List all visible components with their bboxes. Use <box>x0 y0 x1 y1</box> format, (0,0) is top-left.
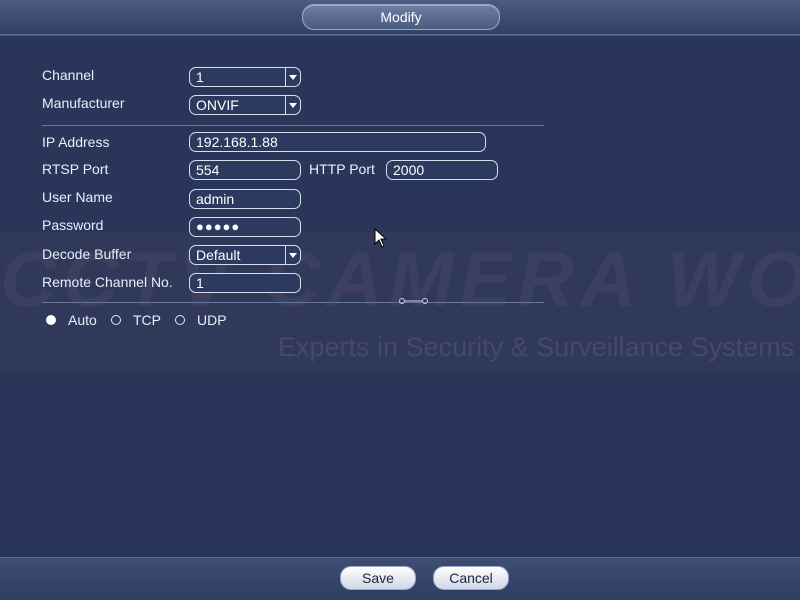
ip-address-input[interactable]: 192.168.1.88 <box>189 132 486 152</box>
bottom-bar: Save Cancel <box>0 557 800 600</box>
mouse-pointer-icon <box>374 228 388 248</box>
manufacturer-select[interactable]: ONVIF <box>189 95 301 115</box>
section-divider <box>42 125 544 126</box>
remote-channel-input[interactable]: 1 <box>189 273 301 293</box>
rtsp-port-input[interactable]: 554 <box>189 160 301 180</box>
save-button[interactable]: Save <box>340 566 416 590</box>
ip-address-label: IP Address <box>42 134 110 150</box>
decode-buffer-select[interactable]: Default <box>189 245 301 265</box>
http-port-label: HTTP Port <box>309 161 375 177</box>
decode-buffer-dropdown-arrow[interactable] <box>285 246 300 264</box>
channel-label: Channel <box>42 67 95 83</box>
remote-channel-label: Remote Channel No. <box>42 274 173 290</box>
channel-value: 1 <box>196 69 204 85</box>
radio-udp[interactable] <box>175 315 185 325</box>
radio-auto-label: Auto <box>68 312 97 328</box>
rtsp-port-label: RTSP Port <box>42 161 109 177</box>
watermark-tagline: Experts in Security & Surveillance Syste… <box>278 332 795 362</box>
password-label: Password <box>42 217 104 233</box>
manufacturer-dropdown-arrow[interactable] <box>285 96 300 114</box>
decode-buffer-value: Default <box>196 247 241 263</box>
radio-tcp-label: TCP <box>133 312 161 328</box>
manufacturer-label: Manufacturer <box>42 95 125 111</box>
radio-tcp[interactable] <box>111 315 121 325</box>
section-divider-2 <box>42 302 544 303</box>
channel-select[interactable]: 1 <box>189 67 301 87</box>
title-bar: Modify <box>0 0 800 35</box>
user-name-label: User Name <box>42 189 113 205</box>
password-input[interactable]: ●●●●● <box>189 217 301 237</box>
user-name-input[interactable]: admin <box>189 189 301 209</box>
manufacturer-value: ONVIF <box>196 97 239 113</box>
cancel-button[interactable]: Cancel <box>433 566 509 590</box>
dialog-title: Modify <box>302 4 500 30</box>
http-port-input[interactable]: 2000 <box>386 160 498 180</box>
radio-auto[interactable] <box>46 315 56 325</box>
chevron-down-icon <box>289 252 297 258</box>
chevron-down-icon <box>289 102 297 108</box>
decode-buffer-label: Decode Buffer <box>42 246 132 262</box>
chevron-down-icon <box>289 74 297 80</box>
radio-udp-label: UDP <box>197 312 227 328</box>
splitter-handle-icon[interactable] <box>398 296 430 306</box>
channel-dropdown-arrow[interactable] <box>285 68 300 86</box>
